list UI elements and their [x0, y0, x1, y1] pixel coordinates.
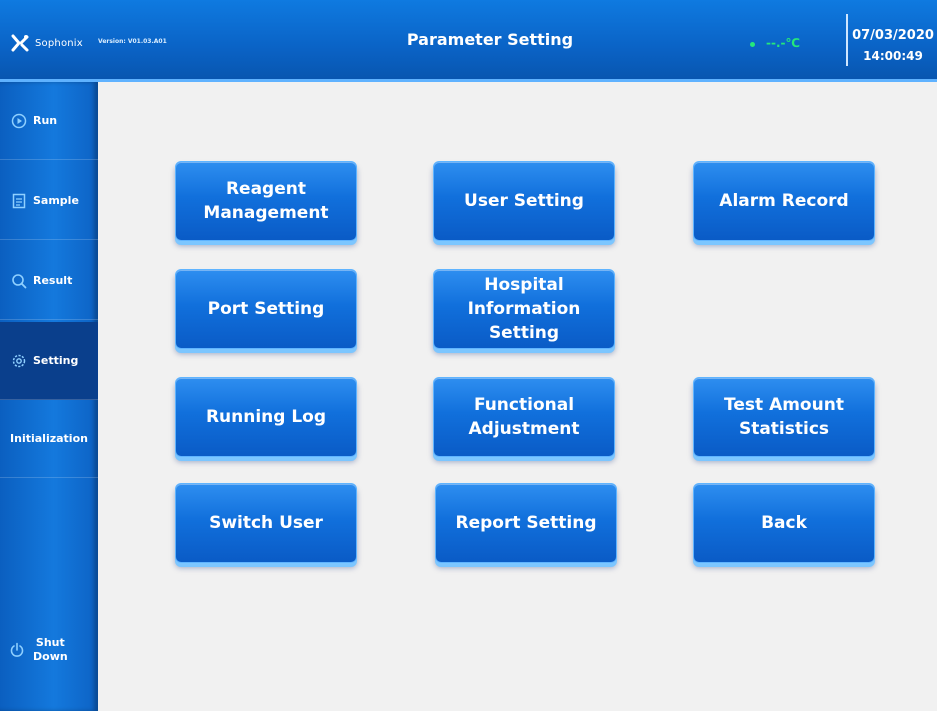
report-setting-button[interactable]: Report Setting — [435, 483, 617, 563]
functional-adjustment-button[interactable]: Functional Adjustment — [433, 377, 615, 457]
shutdown-button[interactable]: Shut Down — [0, 620, 98, 680]
sidebar: Run Sample Result Setting Initialization… — [0, 82, 98, 711]
title-bar: Sophonix Version: V01.03.A01 Parameter S… — [0, 0, 937, 82]
shutdown-label-line2: Down — [33, 650, 68, 663]
sidebar-item-label: Setting — [33, 354, 79, 367]
power-icon — [10, 642, 24, 657]
magnifier-icon — [12, 273, 27, 288]
running-log-button[interactable]: Running Log — [175, 377, 357, 457]
user-setting-button[interactable]: User Setting — [433, 161, 615, 241]
date-display: 07/03/2020 — [852, 28, 934, 43]
play-circle-icon — [11, 113, 27, 128]
port-setting-button[interactable]: Port Setting — [175, 269, 357, 349]
sidebar-item-result[interactable]: Result — [0, 242, 98, 320]
shutdown-label-line1: Shut — [35, 636, 65, 649]
sidebar-item-sample[interactable]: Sample — [0, 162, 98, 240]
sidebar-item-label: Run — [33, 114, 58, 127]
shutdown-label: Shut Down — [33, 636, 68, 664]
sidebar-item-setting[interactable]: Setting — [0, 322, 98, 400]
switch-user-button[interactable]: Switch User — [175, 483, 357, 563]
sidebar-item-label: Result — [33, 274, 73, 287]
sidebar-item-label: Initialization — [10, 432, 88, 445]
alarm-record-button[interactable]: Alarm Record — [693, 161, 875, 241]
header-divider — [846, 14, 848, 66]
test-amount-statistics-button[interactable]: Test Amount Statistics — [693, 377, 875, 457]
document-icon — [12, 193, 26, 208]
sidebar-item-label: Sample — [33, 194, 79, 207]
temperature-readout: --.-℃ — [766, 36, 801, 50]
status-indicator-icon — [750, 42, 755, 47]
hospital-information-setting-button[interactable]: Hospital Information Setting — [433, 269, 615, 349]
time-display: 14:00:49 — [863, 49, 923, 63]
gear-icon — [12, 354, 26, 367]
reagent-management-button[interactable]: Reagent Management — [175, 161, 357, 241]
sidebar-item-run[interactable]: Run — [0, 82, 98, 160]
settings-panel: Reagent Management User Setting Alarm Re… — [98, 85, 937, 711]
sidebar-item-initialization[interactable]: Initialization — [0, 400, 98, 478]
back-button[interactable]: Back — [693, 483, 875, 563]
